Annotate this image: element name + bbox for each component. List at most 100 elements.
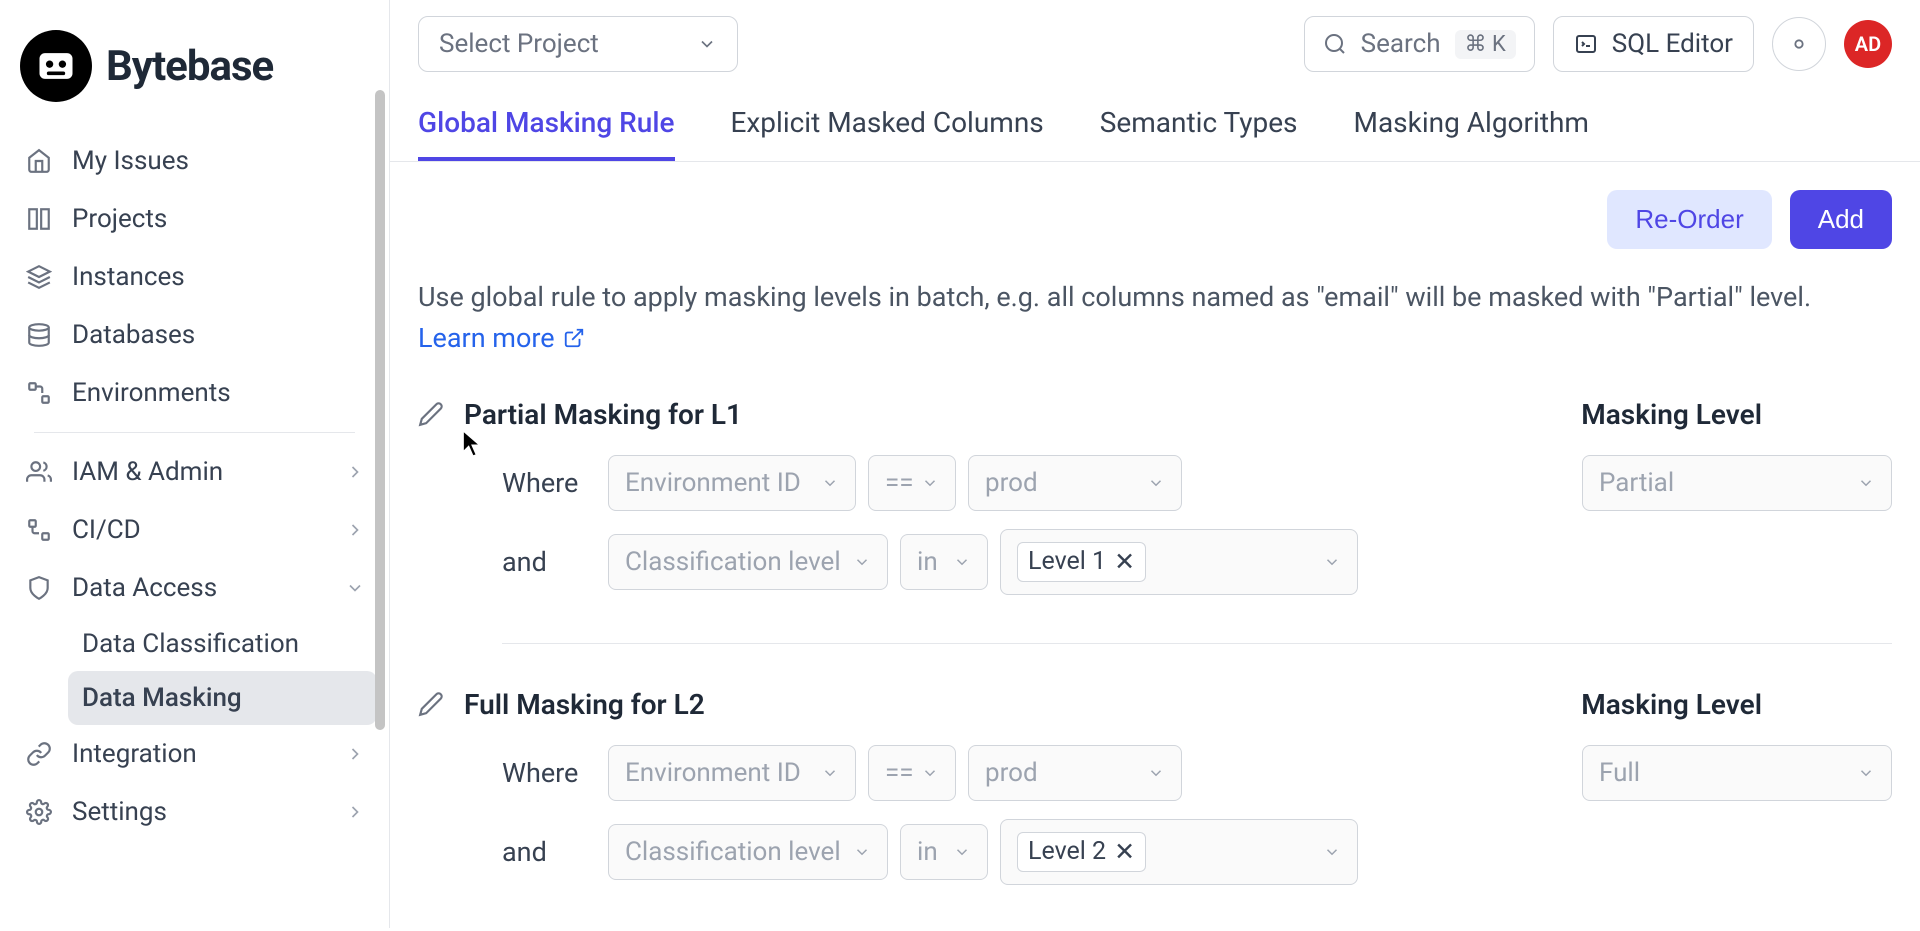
- sidebar-item-data-access[interactable]: Data Access: [12, 559, 377, 617]
- main-content: Select Project Search ⌘ K SQL Editor AD …: [390, 0, 1920, 928]
- chevron-right-icon: [345, 520, 365, 540]
- sidebar-item-projects[interactable]: Projects: [12, 190, 377, 248]
- projects-icon: [24, 204, 54, 234]
- chevron-down-icon: [345, 578, 365, 598]
- tab-semantic-types[interactable]: Semantic Types: [1100, 88, 1298, 161]
- sidebar-item-label: Data Access: [72, 573, 217, 603]
- sidebar-item-label: My Issues: [72, 146, 189, 176]
- condition-value-multiselect[interactable]: Level 2 ✕: [1000, 819, 1358, 885]
- condition-value-multiselect[interactable]: Level 1 ✕: [1000, 529, 1358, 595]
- logo[interactable]: Bytebase: [0, 20, 389, 132]
- sidebar-subitem-data-masking[interactable]: Data Masking: [68, 671, 377, 725]
- condition-row: Where Environment ID == prod: [418, 455, 1582, 511]
- condition-conjunction: and: [502, 836, 596, 868]
- project-select[interactable]: Select Project: [418, 16, 738, 72]
- edit-icon[interactable]: [418, 401, 444, 427]
- masking-level-label: Masking Level: [1581, 398, 1762, 431]
- learn-more-label: Learn more: [418, 322, 555, 354]
- description-text: Use global rule to apply masking levels …: [418, 277, 1892, 318]
- condition-conjunction: Where: [502, 757, 596, 789]
- edit-icon[interactable]: [418, 691, 444, 717]
- remove-tag-icon[interactable]: ✕: [1114, 837, 1135, 867]
- condition-row: and Classification level in Level 2 ✕: [418, 819, 1582, 885]
- rule-title: Partial Masking for L1: [464, 398, 1561, 431]
- learn-more-link[interactable]: Learn more: [418, 322, 585, 354]
- sidebar-item-environments[interactable]: Environments: [12, 364, 377, 422]
- rule-title: Full Masking for L2: [464, 688, 1561, 721]
- layers-icon: [24, 262, 54, 292]
- users-icon: [24, 457, 54, 487]
- chevron-down-icon: [697, 34, 717, 54]
- sidebar-item-databases[interactable]: Databases: [12, 306, 377, 364]
- project-select-placeholder: Select Project: [439, 29, 599, 59]
- avatar[interactable]: AD: [1844, 20, 1892, 68]
- condition-field-select[interactable]: Classification level: [608, 534, 888, 590]
- condition-row: Where Environment ID == prod: [418, 745, 1582, 801]
- tabs: Global Masking Rule Explicit Masked Colu…: [390, 88, 1920, 162]
- remove-tag-icon[interactable]: ✕: [1114, 547, 1135, 577]
- sidebar-item-label: Projects: [72, 204, 167, 234]
- search-label: Search: [1361, 29, 1441, 59]
- link-icon: [24, 739, 54, 769]
- condition-field-select[interactable]: Classification level: [608, 824, 888, 880]
- condition-value-select[interactable]: prod: [968, 455, 1182, 511]
- network-icon: [24, 378, 54, 408]
- sidebar-subitem-data-classification[interactable]: Data Classification: [68, 617, 377, 671]
- external-link-icon: [563, 327, 585, 349]
- sidebar-item-settings[interactable]: Settings: [12, 783, 377, 841]
- sidebar-item-label: Environments: [72, 378, 231, 408]
- topbar: Select Project Search ⌘ K SQL Editor AD: [390, 0, 1920, 88]
- masking-rule: Partial Masking for L1 Masking Level Whe…: [418, 398, 1892, 644]
- tab-explicit-masked-columns[interactable]: Explicit Masked Columns: [731, 88, 1044, 161]
- rule-divider: [502, 643, 1892, 644]
- condition-operator-select[interactable]: ==: [868, 455, 956, 511]
- gear-icon: [24, 797, 54, 827]
- condition-field-select[interactable]: Environment ID: [608, 455, 856, 511]
- chevron-right-icon: [345, 462, 365, 482]
- sidebar-divider: [34, 432, 355, 433]
- brand-name: Bytebase: [106, 42, 273, 91]
- condition-value-select[interactable]: prod: [968, 745, 1182, 801]
- sql-editor-button[interactable]: SQL Editor: [1553, 16, 1754, 72]
- help-button[interactable]: [1772, 17, 1826, 71]
- sidebar-item-my-issues[interactable]: My Issues: [12, 132, 377, 190]
- scrollbar[interactable]: [375, 90, 385, 730]
- sidebar-item-label: Instances: [72, 262, 185, 292]
- masking-level-select[interactable]: Partial: [1582, 455, 1892, 511]
- search-kbd: ⌘ K: [1455, 30, 1516, 59]
- sidebar-item-iam-admin[interactable]: IAM & Admin: [12, 443, 377, 501]
- sidebar-item-integration[interactable]: Integration: [12, 725, 377, 783]
- condition-field-select[interactable]: Environment ID: [608, 745, 856, 801]
- logo-icon: [20, 30, 92, 102]
- condition-row: and Classification level in Level 1 ✕: [418, 529, 1582, 595]
- tab-masking-algorithm[interactable]: Masking Algorithm: [1354, 88, 1589, 161]
- sidebar-item-cicd[interactable]: CI/CD: [12, 501, 377, 559]
- help-icon: [1788, 33, 1810, 55]
- masking-level-label: Masking Level: [1581, 688, 1762, 721]
- reorder-button[interactable]: Re-Order: [1607, 190, 1771, 249]
- condition-conjunction: and: [502, 546, 596, 578]
- chevron-right-icon: [345, 802, 365, 822]
- workflow-icon: [24, 515, 54, 545]
- sidebar-item-instances[interactable]: Instances: [12, 248, 377, 306]
- chevron-right-icon: [345, 744, 365, 764]
- terminal-icon: [1574, 32, 1598, 56]
- tab-global-masking-rule[interactable]: Global Masking Rule: [418, 88, 675, 161]
- masking-rule: Full Masking for L2 Masking Level Where …: [418, 688, 1892, 903]
- value-tag: Level 2 ✕: [1017, 832, 1146, 872]
- sidebar-item-label: IAM & Admin: [72, 457, 223, 487]
- add-button[interactable]: Add: [1790, 190, 1892, 249]
- shield-icon: [24, 573, 54, 603]
- condition-operator-select[interactable]: ==: [868, 745, 956, 801]
- action-bar: Re-Order Add: [418, 190, 1892, 249]
- sql-editor-label: SQL Editor: [1612, 29, 1733, 59]
- search-button[interactable]: Search ⌘ K: [1304, 16, 1535, 72]
- sidebar-item-label: Databases: [72, 320, 195, 350]
- sidebar-item-label: Settings: [72, 797, 167, 827]
- masking-level-select-wrapper: Full: [1582, 745, 1892, 903]
- masking-level-select[interactable]: Full: [1582, 745, 1892, 801]
- condition-operator-select[interactable]: in: [900, 534, 988, 590]
- condition-operator-select[interactable]: in: [900, 824, 988, 880]
- value-tag: Level 1 ✕: [1017, 542, 1146, 582]
- sidebar-item-label: Integration: [72, 739, 197, 769]
